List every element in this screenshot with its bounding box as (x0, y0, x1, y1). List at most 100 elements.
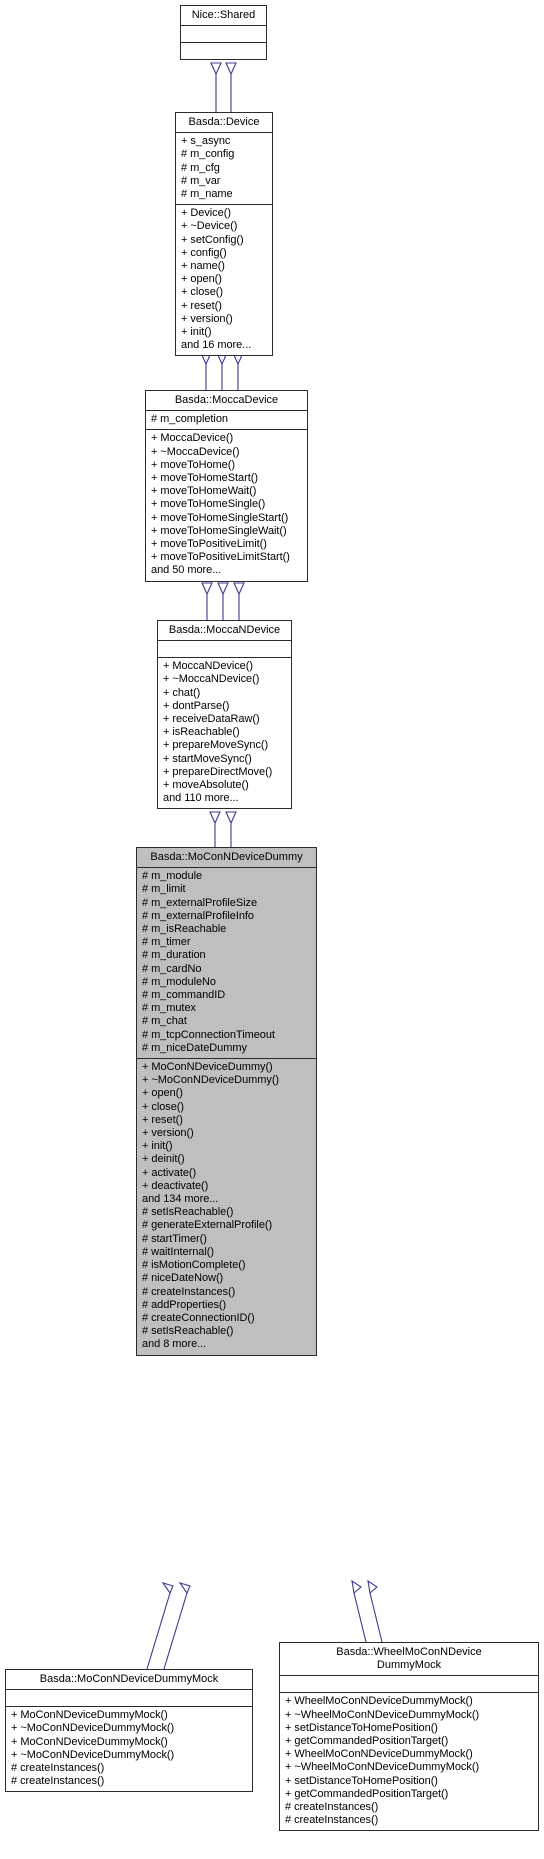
class-member: # createInstances() (285, 1814, 379, 1827)
class-member: + s_async (181, 135, 231, 148)
class-member: + ~WheelMoConNDeviceDummyMock() (285, 1761, 480, 1774)
class-member: + ~MoccaNDevice() (163, 673, 260, 686)
class-member: + MoConNDeviceDummyMock() (11, 1709, 168, 1722)
class-box-basda-moccadevice[interactable]: Basda::MoccaDevice # m_completion + Mocc… (145, 390, 308, 582)
class-box-basda-wheelmoconndevicedummymock[interactable]: Basda::WheelMoConNDevice DummyMock + Whe… (279, 1642, 539, 1832)
class-attributes (181, 26, 266, 42)
class-member: # m_var (181, 174, 221, 187)
class-member: + open() (142, 1087, 183, 1100)
class-member: + getCommandedPositionTarget() (285, 1787, 449, 1800)
class-member: + deactivate() (142, 1179, 209, 1192)
class-member: # m_tcpConnectionTimeout (142, 1028, 275, 1041)
class-member: # m_externalProfileSize (142, 896, 258, 909)
class-member: and 16 more... (181, 339, 252, 352)
class-member: + setDistanceToHomePosition() (285, 1774, 438, 1787)
class-member: # createInstances() (142, 1285, 236, 1298)
class-title: Basda::Device (188, 116, 260, 128)
class-member: + getCommandedPositionTarget() (285, 1735, 449, 1748)
class-member: + name() (181, 260, 225, 273)
class-member: # m_cardNo (142, 962, 202, 975)
class-methods (181, 43, 266, 59)
class-member: # startTimer() (142, 1232, 207, 1245)
class-member: + ~MoccaDevice() (151, 445, 240, 458)
class-member: + setConfig() (181, 233, 244, 246)
class-methods: + MoConNDeviceDummy() + ~MoConNDeviceDumm… (137, 1059, 316, 1354)
class-member: # m_limit (142, 883, 186, 896)
class-attributes: # m_completion (146, 411, 307, 429)
class-member: + ~MoConNDeviceDummyMock() (11, 1748, 175, 1761)
class-member: # generateExternalProfile() (142, 1219, 273, 1232)
class-member: + version() (142, 1127, 194, 1140)
class-methods: + MoConNDeviceDummyMock() + ~MoConNDevice… (6, 1707, 252, 1791)
class-box-basda-device[interactable]: Basda::Device + s_async # m_config # m_cfg… (175, 112, 273, 357)
class-member: + receiveDataRaw() (163, 713, 260, 726)
class-member: + Device() (181, 207, 231, 220)
class-member: + MoConNDeviceDummyMock() (11, 1735, 168, 1748)
class-box-basda-moconndevicedummymock[interactable]: Basda::MoConNDeviceDummyMock + MoConNDev… (5, 1669, 253, 1793)
class-member: # m_moduleNo (142, 975, 216, 988)
class-member: # m_isReachable (142, 923, 227, 936)
class-member: + reset() (181, 299, 222, 312)
class-member: + moveToHomeSingleStart() (151, 511, 289, 524)
class-member: # waitInternal() (142, 1245, 214, 1258)
class-member: + moveToHomeStart() (151, 472, 258, 485)
class-member: # createInstances() (285, 1801, 379, 1814)
class-member: # setIsReachable() (142, 1206, 234, 1219)
class-member: + deinit() (142, 1153, 185, 1166)
class-member: + ~MoConNDeviceDummy() (142, 1074, 280, 1087)
class-methods: + Device() + ~Device() + setConfig() + conf… (176, 205, 272, 355)
class-member: + dontParse() (163, 699, 230, 712)
class-box-basda-moccandevice[interactable]: Basda::MoccaNDevice + MoccaNDevice() + ~M… (157, 620, 292, 810)
class-member: # m_cfg (181, 161, 220, 174)
class-member: + WheelMoConNDeviceDummyMock() (285, 1748, 473, 1761)
class-member: # m_mutex (142, 1002, 196, 1015)
class-member: + MoConNDeviceDummy() (142, 1061, 273, 1074)
class-member: # createInstances() (11, 1762, 105, 1775)
class-member: + setDistanceToHomePosition() (285, 1721, 438, 1734)
class-member: + activate() (142, 1166, 197, 1179)
edge-device-to-shared (210, 62, 237, 112)
class-member: # m_commandID (142, 989, 226, 1002)
class-member: # niceDateNow() (142, 1272, 224, 1285)
class-member: # m_externalProfileInfo (142, 909, 254, 922)
class-member: + moveToPositiveLimit() (151, 538, 267, 551)
class-title: Basda::MoConNDeviceDummyMock (39, 1673, 219, 1685)
class-member: + reset() (142, 1113, 183, 1126)
class-member: # setIsReachable() (142, 1325, 234, 1338)
class-box-nice-shared[interactable]: Nice::Shared (180, 5, 267, 61)
class-title: Nice::Shared (191, 9, 256, 21)
class-member: # createConnectionID() (142, 1311, 255, 1324)
class-member: + init() (181, 326, 212, 339)
class-member: + WheelMoConNDeviceDummyMock() (285, 1695, 473, 1708)
class-member: # m_completion (151, 413, 228, 426)
class-title: Basda::WheelMoConNDevice DummyMock (336, 1646, 482, 1672)
class-member: + ~WheelMoConNDeviceDummyMock() (285, 1708, 480, 1721)
class-box-basda-moconndevicedummy[interactable]: Basda::MoConNDeviceDummy # m_module # m_l… (136, 847, 317, 1356)
class-member: # m_timer (142, 936, 191, 949)
class-title: Basda::MoConNDeviceDummy (150, 851, 303, 863)
class-methods: + WheelMoConNDeviceDummyMock() + ~WheelMo… (280, 1693, 538, 1830)
class-member: # createInstances() (11, 1775, 105, 1788)
class-member: + startMoveSync() (163, 752, 252, 765)
class-attributes (280, 1676, 538, 1692)
class-member: # m_name (181, 188, 233, 201)
class-member: + moveAbsolute() (163, 779, 249, 792)
class-member: and 134 more... (142, 1193, 219, 1206)
class-member: # m_duration (142, 949, 206, 962)
class-methods: + MoccaDevice() + ~MoccaDevice() + moveToH… (146, 430, 307, 580)
class-member: + MoccaNDevice() (163, 660, 253, 673)
class-member: + moveToHomeWait() (151, 485, 257, 498)
class-member: and 110 more... (163, 792, 239, 805)
edge-moccandevice-to-moccadevice (201, 582, 245, 620)
class-member: + prepareMoveSync() (163, 739, 269, 752)
class-member: + prepareDirectMove() (163, 765, 273, 778)
class-attributes (158, 641, 291, 657)
class-member: + version() (181, 312, 233, 325)
class-member: # addProperties() (142, 1298, 227, 1311)
class-member: # isMotionComplete() (142, 1259, 246, 1272)
class-methods: + MoccaNDevice() + ~MoccaNDevice() + chat(… (158, 658, 291, 808)
class-member: + open() (181, 273, 222, 286)
class-member: # m_module (142, 870, 203, 883)
edge-dummy-to-moccandevice (209, 811, 237, 847)
class-member: + close() (142, 1100, 185, 1113)
